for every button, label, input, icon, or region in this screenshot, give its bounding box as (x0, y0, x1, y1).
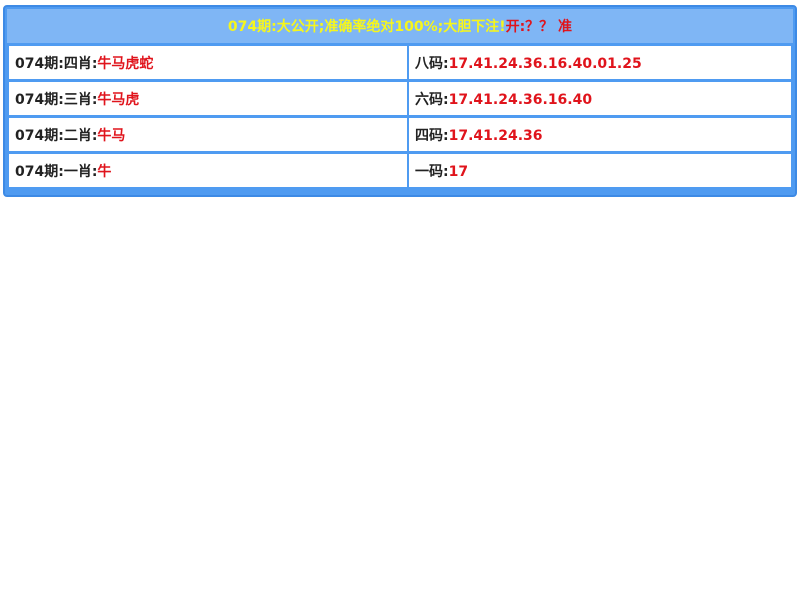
announcement-banner: 074期:大公开;准确率绝对100%;大胆下注! 开:？？ 准 (7, 9, 793, 43)
table-row: 074期:三肖:牛马虎 六码:17.41.24.36.16.40 (9, 82, 791, 115)
zodiac-value: 牛 (97, 163, 112, 180)
numbers-value: 17 (448, 163, 469, 180)
numbers-value: 17.41.24.36.16.40.01.25 (448, 55, 642, 72)
numbers-cell: 一码:17 (409, 154, 791, 187)
zodiac-label: 074期:一肖: (15, 163, 98, 180)
numbers-label: 一码: (415, 163, 449, 180)
zodiac-label: 074期:二肖: (15, 127, 98, 144)
zodiac-cell: 074期:二肖:牛马 (9, 118, 409, 151)
table-row: 074期:一肖:牛 一码:17 (9, 154, 791, 187)
banner-headline: 074期:大公开;准确率绝对100%;大胆下注! (227, 19, 506, 35)
numbers-label: 四码: (415, 127, 449, 144)
numbers-label: 六码: (415, 91, 449, 108)
zodiac-value: 牛马虎 (97, 91, 140, 108)
zodiac-value: 牛马 (97, 127, 126, 144)
zodiac-value: 牛马虎蛇 (97, 55, 154, 72)
table-row: 074期:二肖:牛马 四码:17.41.24.36 (9, 118, 791, 151)
zodiac-cell: 074期:三肖:牛马虎 (9, 82, 409, 115)
prediction-panel: 074期:大公开;准确率绝对100%;大胆下注! 开:？？ 准 074期:四肖:牛… (3, 5, 797, 197)
zodiac-cell: 074期:一肖:牛 (9, 154, 409, 187)
zodiac-label: 074期:四肖: (15, 55, 98, 72)
numbers-cell: 八码:17.41.24.36.16.40.01.25 (409, 46, 791, 79)
zodiac-cell: 074期:四肖:牛马虎蛇 (9, 46, 409, 79)
numbers-cell: 四码:17.41.24.36 (409, 118, 791, 151)
numbers-label: 八码: (415, 55, 449, 72)
zodiac-label: 074期:三肖: (15, 91, 98, 108)
table-row: 074期:四肖:牛马虎蛇 八码:17.41.24.36.16.40.01.25 (9, 46, 791, 79)
banner-result: 开:？？ 准 (505, 19, 573, 35)
numbers-cell: 六码:17.41.24.36.16.40 (409, 82, 791, 115)
numbers-value: 17.41.24.36.16.40 (448, 91, 593, 108)
prediction-table: 074期:四肖:牛马虎蛇 八码:17.41.24.36.16.40.01.25 … (9, 43, 791, 190)
numbers-value: 17.41.24.36 (448, 127, 543, 144)
